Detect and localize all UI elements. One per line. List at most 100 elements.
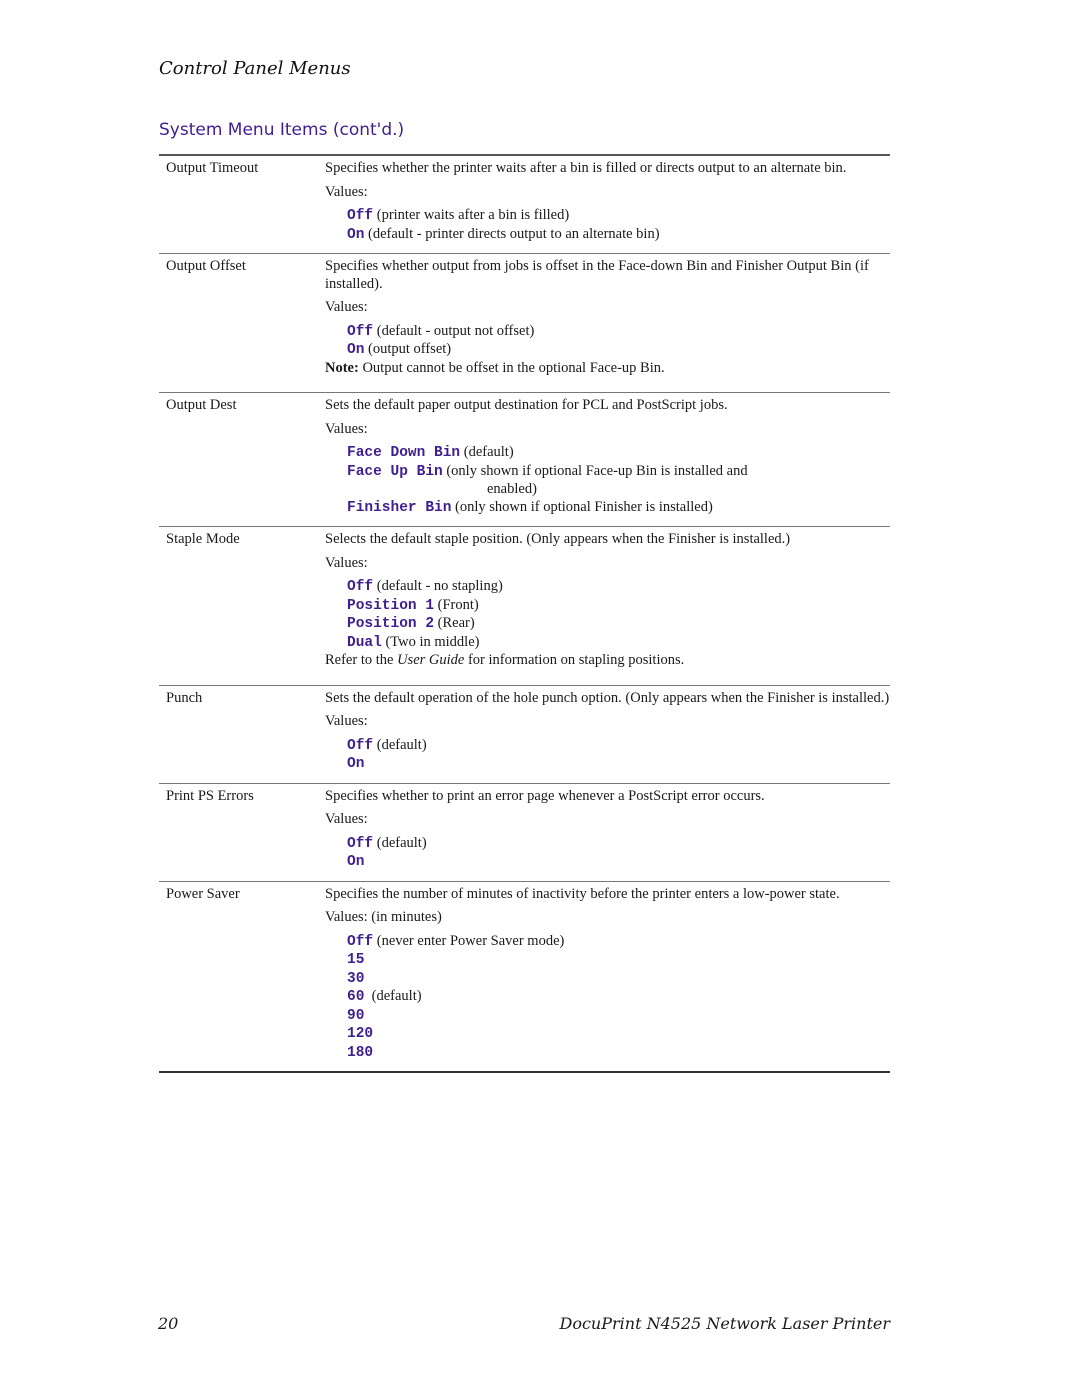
menu-item-description: Selects the default staple position. (On…	[325, 531, 890, 676]
note-label: Note:	[325, 359, 359, 376]
value-text: (default - printer directs output to an …	[364, 225, 660, 242]
values-label: Values:	[325, 299, 368, 315]
menu-item-term: Output Dest	[166, 397, 237, 413]
value-text: (Rear)	[434, 615, 475, 631]
value-item: Off (default - no stapling)	[347, 578, 890, 597]
value-item: 30	[347, 970, 890, 989]
value-code: On	[347, 854, 365, 870]
value-item: 120	[347, 1025, 890, 1044]
value-code: Finisher Bin	[347, 499, 452, 516]
value-item: Face Up Bin (only shown if optional Face…	[347, 463, 890, 499]
table-row: Power Saver Specifies the number of minu…	[159, 882, 890, 1073]
values-label: Values: (in minutes)	[325, 909, 442, 925]
document-title: DocuPrint N4525 Network Laser Printer	[559, 1314, 891, 1333]
value-text: (printer waits after a bin is filled)	[373, 207, 570, 223]
description-text: Sets the default paper output destinatio…	[325, 397, 728, 413]
value-code: On	[347, 342, 365, 358]
menu-item-term: Output Timeout	[166, 160, 259, 176]
value-item: 180	[347, 1044, 890, 1063]
value-item: Finisher Bin (only shown if optional Fin…	[347, 499, 890, 518]
section-title: System Menu Items (cont'd.)	[159, 120, 405, 140]
value-text: (default - output not offset)	[373, 322, 535, 339]
value-item: Off (default - output not offset)	[347, 323, 890, 342]
value-code: 15	[347, 952, 365, 968]
value-code: Off	[347, 933, 374, 950]
description-text: Selects the default staple position. (On…	[325, 531, 791, 547]
value-code: Off	[347, 208, 374, 224]
value-item: 60 (default)	[347, 988, 890, 1007]
value-text: (default - no stapling)	[373, 578, 503, 594]
value-code: Position 1	[347, 597, 435, 614]
menu-item-term: Output Offset	[166, 258, 246, 274]
value-code: 180	[347, 1044, 374, 1061]
values-label: Values:	[325, 811, 368, 827]
values-label: Values:	[325, 554, 368, 571]
value-text: (default)	[373, 736, 427, 753]
value-code: On	[347, 226, 365, 243]
value-code: On	[347, 756, 365, 772]
value-item: Off (never enter Power Saver mode)	[347, 933, 890, 952]
value-text: (never enter Power Saver mode)	[373, 932, 565, 949]
note: Note: Output cannot be offset in the opt…	[325, 360, 890, 378]
value-text: (default)	[460, 444, 514, 460]
value-item: Position 1 (Front)	[347, 597, 890, 616]
menu-item-description: Specifies whether the printer waits afte…	[325, 160, 890, 244]
values-label: Values:	[325, 420, 368, 437]
description-text: Sets the default operation of the hole p…	[325, 689, 890, 706]
value-item: Dual (Two in middle)	[347, 634, 890, 653]
value-text: (default)	[373, 834, 427, 851]
value-code: Off	[347, 737, 374, 754]
table-row: Print PS Errors Specifies whether to pri…	[159, 784, 890, 882]
description-text: Specifies whether output from jobs is of…	[325, 258, 869, 292]
reference-text: Refer to the	[325, 652, 398, 668]
values-list: Off (never enter Power Saver mode) 15 30…	[347, 933, 890, 1063]
value-item: Off (default)	[347, 835, 890, 854]
value-item: On	[347, 755, 890, 774]
value-code: Position 2	[347, 616, 435, 632]
menu-item-description: Specifies the number of minutes of inact…	[325, 886, 890, 1063]
menu-item-term: Power Saver	[166, 885, 240, 902]
value-text: (only shown if optional Finisher is inst…	[451, 498, 713, 515]
menu-items-table: Output Timeout Specifies whether the pri…	[159, 154, 890, 1073]
values-label: Values:	[325, 183, 368, 200]
table-row: Output Timeout Specifies whether the pri…	[159, 156, 890, 254]
value-item: Off (default)	[347, 737, 890, 756]
value-item: 90	[347, 1007, 890, 1026]
value-code: Off	[347, 835, 374, 852]
page-number: 20	[158, 1314, 179, 1333]
value-text: (Two in middle)	[381, 633, 480, 650]
value-code: Dual	[347, 634, 382, 651]
value-text: (only shown if optional Face-up Bin is i…	[446, 462, 748, 479]
values-list: Off (default - output not offset) On (ou…	[347, 323, 890, 360]
table-row: Punch Sets the default operation of the …	[159, 686, 890, 784]
values-list: Off (printer waits after a bin is filled…	[347, 207, 890, 244]
value-item: 15	[347, 951, 890, 970]
value-text: (Front)	[434, 596, 479, 613]
value-code: 90	[347, 1007, 365, 1024]
reference-text: for information on stapling positions.	[464, 652, 685, 668]
value-code: 60	[347, 989, 365, 1005]
value-item: Position 2 (Rear)	[347, 615, 890, 634]
values-list: Face Down Bin (default) Face Up Bin (onl…	[347, 444, 890, 517]
menu-item-description: Sets the default paper output destinatio…	[325, 397, 890, 517]
menu-item-term: Punch	[166, 689, 203, 706]
value-code: Off	[347, 323, 374, 340]
value-item: Face Down Bin (default)	[347, 444, 890, 463]
menu-item-term: Print PS Errors	[166, 787, 254, 804]
value-code: 30	[347, 970, 365, 987]
table-row: Output Offset Specifies whether output f…	[159, 254, 890, 393]
value-item: On (output offset)	[347, 341, 890, 360]
menu-item-description: Specifies whether to print an error page…	[325, 788, 890, 872]
value-code: Face Down Bin	[347, 445, 461, 461]
user-guide-reference: User Guide	[397, 652, 465, 668]
values-list: Off (default - no stapling) Position 1 (…	[347, 578, 890, 652]
values-list: Off (default) On	[347, 835, 890, 872]
value-text: (output offset)	[364, 341, 452, 357]
value-item: On	[347, 853, 890, 872]
note-text: Output cannot be offset in the optional …	[358, 359, 665, 376]
reference-note: Refer to the User Guide for information …	[325, 652, 890, 670]
values-list: Off (default) On	[347, 737, 890, 774]
value-code: Face Up Bin	[347, 463, 443, 480]
value-text-continuation: enabled)	[487, 481, 537, 497]
values-label: Values:	[325, 713, 368, 729]
